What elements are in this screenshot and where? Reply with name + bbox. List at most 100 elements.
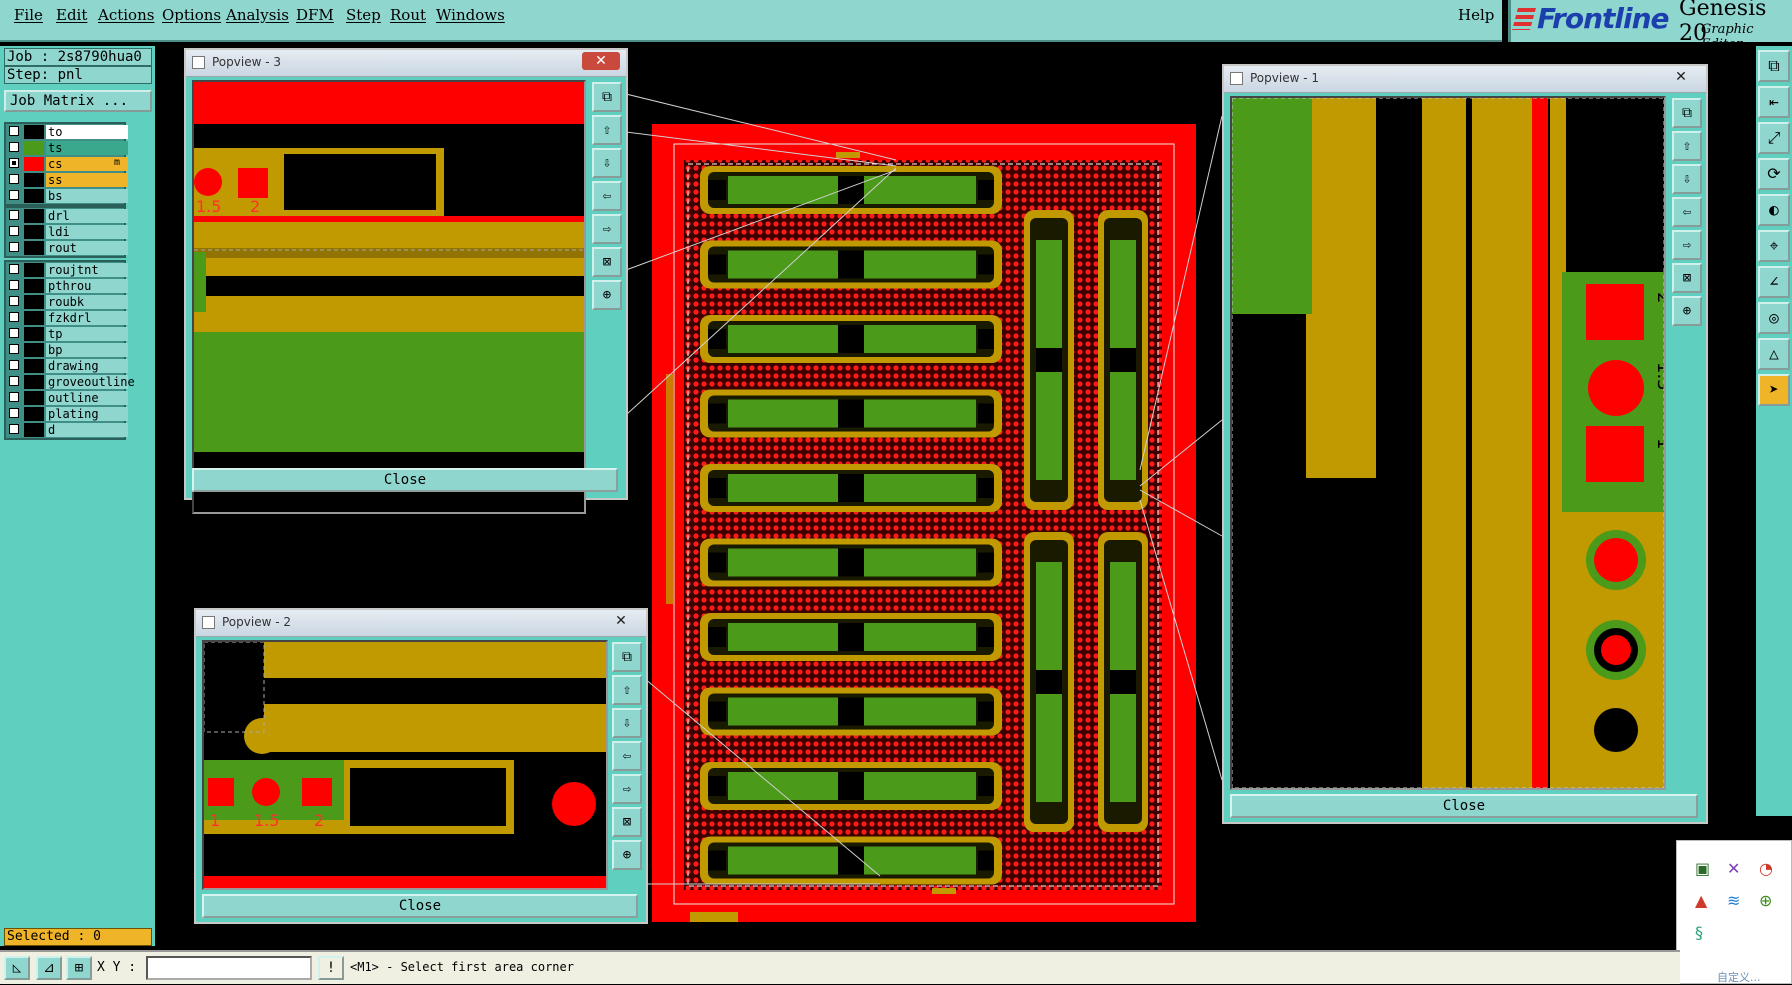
measure-tool-icon[interactable]: ◺ (4, 956, 30, 980)
zoom-area-icon[interactable]: ⊕ (592, 280, 622, 310)
layer-name[interactable]: drl (46, 209, 128, 223)
menu-windows[interactable]: Windows (436, 6, 505, 24)
layer-name[interactable]: drawing (46, 359, 128, 373)
layer-name[interactable]: tp (46, 327, 128, 341)
popview-3-canvas[interactable]: 1.5 2 (192, 80, 586, 514)
zoom-in-icon[interactable]: ⇧ (612, 675, 642, 705)
job-matrix-button[interactable]: Job Matrix ... (4, 90, 152, 112)
popview-1-canvas[interactable]: 2 1.5 1 (1230, 96, 1666, 790)
zoom-home-icon[interactable]: ⊠ (1672, 263, 1702, 293)
layer-checkbox[interactable] (9, 408, 19, 418)
snap-tool-icon[interactable]: ⊿ (36, 956, 62, 980)
select-pointer-icon[interactable]: ➤ (1758, 374, 1790, 406)
layer-row-fzkdrl[interactable]: fzkdrl (6, 310, 128, 326)
layer-row-roubk[interactable]: roubk (6, 294, 128, 310)
zoom-extents-icon[interactable]: ⤢ (1758, 122, 1790, 154)
layer-name[interactable]: plating (46, 407, 128, 421)
xy-input[interactable] (146, 956, 312, 980)
layer-checkbox[interactable] (9, 226, 19, 236)
layer-row-outline[interactable]: outline (6, 390, 128, 406)
popview-2-close-button[interactable]: Close (202, 894, 638, 918)
layer-row-drawing[interactable]: drawing (6, 358, 128, 374)
popview-2-titlebar[interactable]: Popview - 2 ✕ (196, 610, 646, 637)
layer-name[interactable]: roubk (46, 295, 128, 309)
layer-checkbox[interactable] (9, 376, 19, 386)
layer-checkbox[interactable] (9, 280, 19, 290)
layer-checkbox[interactable] (9, 424, 19, 434)
zoom-out-icon[interactable]: ⇩ (1672, 164, 1702, 194)
ime-triangle-icon[interactable]: ▲ (1695, 891, 1707, 910)
layer-checkbox[interactable] (9, 296, 19, 306)
ime-s-icon[interactable]: § (1695, 923, 1703, 942)
layer-checkbox[interactable] (9, 392, 19, 402)
zoom-in-icon[interactable]: ⇧ (592, 115, 622, 145)
zoom-fit-icon[interactable]: ⧉ (612, 642, 642, 672)
alert-icon[interactable]: ! (318, 956, 344, 980)
redraw-icon[interactable]: ⟳ (1758, 158, 1790, 190)
layer-checkbox[interactable] (9, 312, 19, 322)
zoom-previous-icon[interactable]: ⇤ (1758, 86, 1790, 118)
layer-name[interactable]: pthrou (46, 279, 128, 293)
measure-icon[interactable]: △ (1758, 338, 1790, 370)
layer-name[interactable]: ts (46, 141, 128, 155)
ime-wave-icon[interactable]: ≋ (1727, 891, 1740, 910)
ime-cross-icon[interactable]: ✕ (1727, 859, 1740, 878)
ime-plus-icon[interactable]: ⊕ (1759, 891, 1772, 910)
popview-2-canvas[interactable]: 1 1.5 2 (202, 640, 608, 890)
layer-row-roujtnt[interactable]: roujtnt (6, 262, 128, 278)
close-icon[interactable]: ✕ (602, 612, 640, 630)
layer-checkbox[interactable] (9, 190, 19, 200)
layer-row-ldi[interactable]: ldi (6, 224, 128, 240)
pan-right-icon[interactable]: ⇨ (1672, 230, 1702, 260)
ime-customize-label[interactable]: 自定义... (1717, 969, 1761, 985)
menu-rout[interactable]: Rout (390, 6, 426, 24)
popview-1-close-button[interactable]: Close (1230, 794, 1698, 818)
layer-checkbox[interactable] (9, 142, 19, 152)
zoom-home-icon[interactable]: ⊠ (592, 247, 622, 277)
close-icon[interactable]: ✕ (1662, 68, 1700, 86)
popview-2-window[interactable]: Popview - 2 ✕ 1 1.5 2 ⧉ ⇧ ⇩ ⇦ ⇨ ⊠ ⊕ Clos… (194, 608, 648, 924)
zoom-out-icon[interactable]: ⇩ (592, 148, 622, 178)
layer-checkbox[interactable] (9, 328, 19, 338)
layer-name[interactable]: roujtnt (46, 263, 128, 277)
layer-name[interactable]: fzkdrl (46, 311, 128, 325)
layer-row-ss[interactable]: ss (6, 172, 128, 188)
layer-row-groveoutline[interactable]: groveoutline (6, 374, 135, 390)
menu-edit[interactable]: Edit (56, 6, 87, 24)
zoom-out-icon[interactable]: ⇩ (612, 708, 642, 738)
layer-row-tp[interactable]: tp (6, 326, 128, 342)
layer-row-bp[interactable]: bp (6, 342, 128, 358)
pan-left-icon[interactable]: ⇦ (1672, 197, 1702, 227)
layer-checkbox[interactable] (9, 242, 19, 252)
popview-1-window[interactable]: Popview - 1 ✕ 2 1.5 1 (1222, 64, 1708, 824)
layer-row-rout[interactable]: rout (6, 240, 128, 256)
pcb-panel-view[interactable] (652, 124, 1196, 922)
new-window-icon[interactable]: ⧉ (1758, 50, 1790, 82)
popview-3-titlebar[interactable]: Popview - 3 ✕ (186, 50, 626, 77)
layer-checkbox[interactable] (9, 344, 19, 354)
layer-name[interactable]: groveoutline (46, 375, 135, 389)
close-icon[interactable]: ✕ (582, 52, 620, 70)
menu-actions[interactable]: Actions (98, 6, 154, 24)
layer-name[interactable]: bs (46, 189, 128, 203)
zoom-in-icon[interactable]: ⇧ (1672, 131, 1702, 161)
popview-3-window[interactable]: Popview - 3 ✕ 1.5 2 ⧉ ⇧ ⇩ ⇦ ⇨ ⊠ ⊕ Close (184, 48, 628, 514)
ime-monitor-icon[interactable]: ▣ (1695, 859, 1710, 878)
layer-name[interactable]: ss (46, 173, 128, 187)
snap-center-icon[interactable]: ◎ (1758, 302, 1790, 334)
layer-row-bs[interactable]: bs (6, 188, 128, 204)
layer-row-cs[interactable]: cs m (6, 156, 128, 172)
layer-name[interactable]: outline (46, 391, 128, 405)
layer-checkbox[interactable] (9, 360, 19, 370)
layer-checkbox[interactable] (9, 210, 19, 220)
layer-row-to[interactable]: to (6, 124, 128, 140)
menu-analysis[interactable]: Analysis (226, 6, 289, 24)
popview-3-close-button[interactable]: Close (192, 468, 618, 492)
zoom-home-icon[interactable]: ⊠ (612, 807, 642, 837)
layer-row-ts[interactable]: ts (6, 140, 128, 156)
layer-name[interactable]: bp (46, 343, 128, 357)
layer-checkbox[interactable] (9, 158, 19, 168)
layer-name[interactable]: d (46, 423, 128, 437)
ime-swirl-icon[interactable]: ◔ (1759, 859, 1773, 878)
snap-icon[interactable]: ◐ (1758, 194, 1790, 226)
